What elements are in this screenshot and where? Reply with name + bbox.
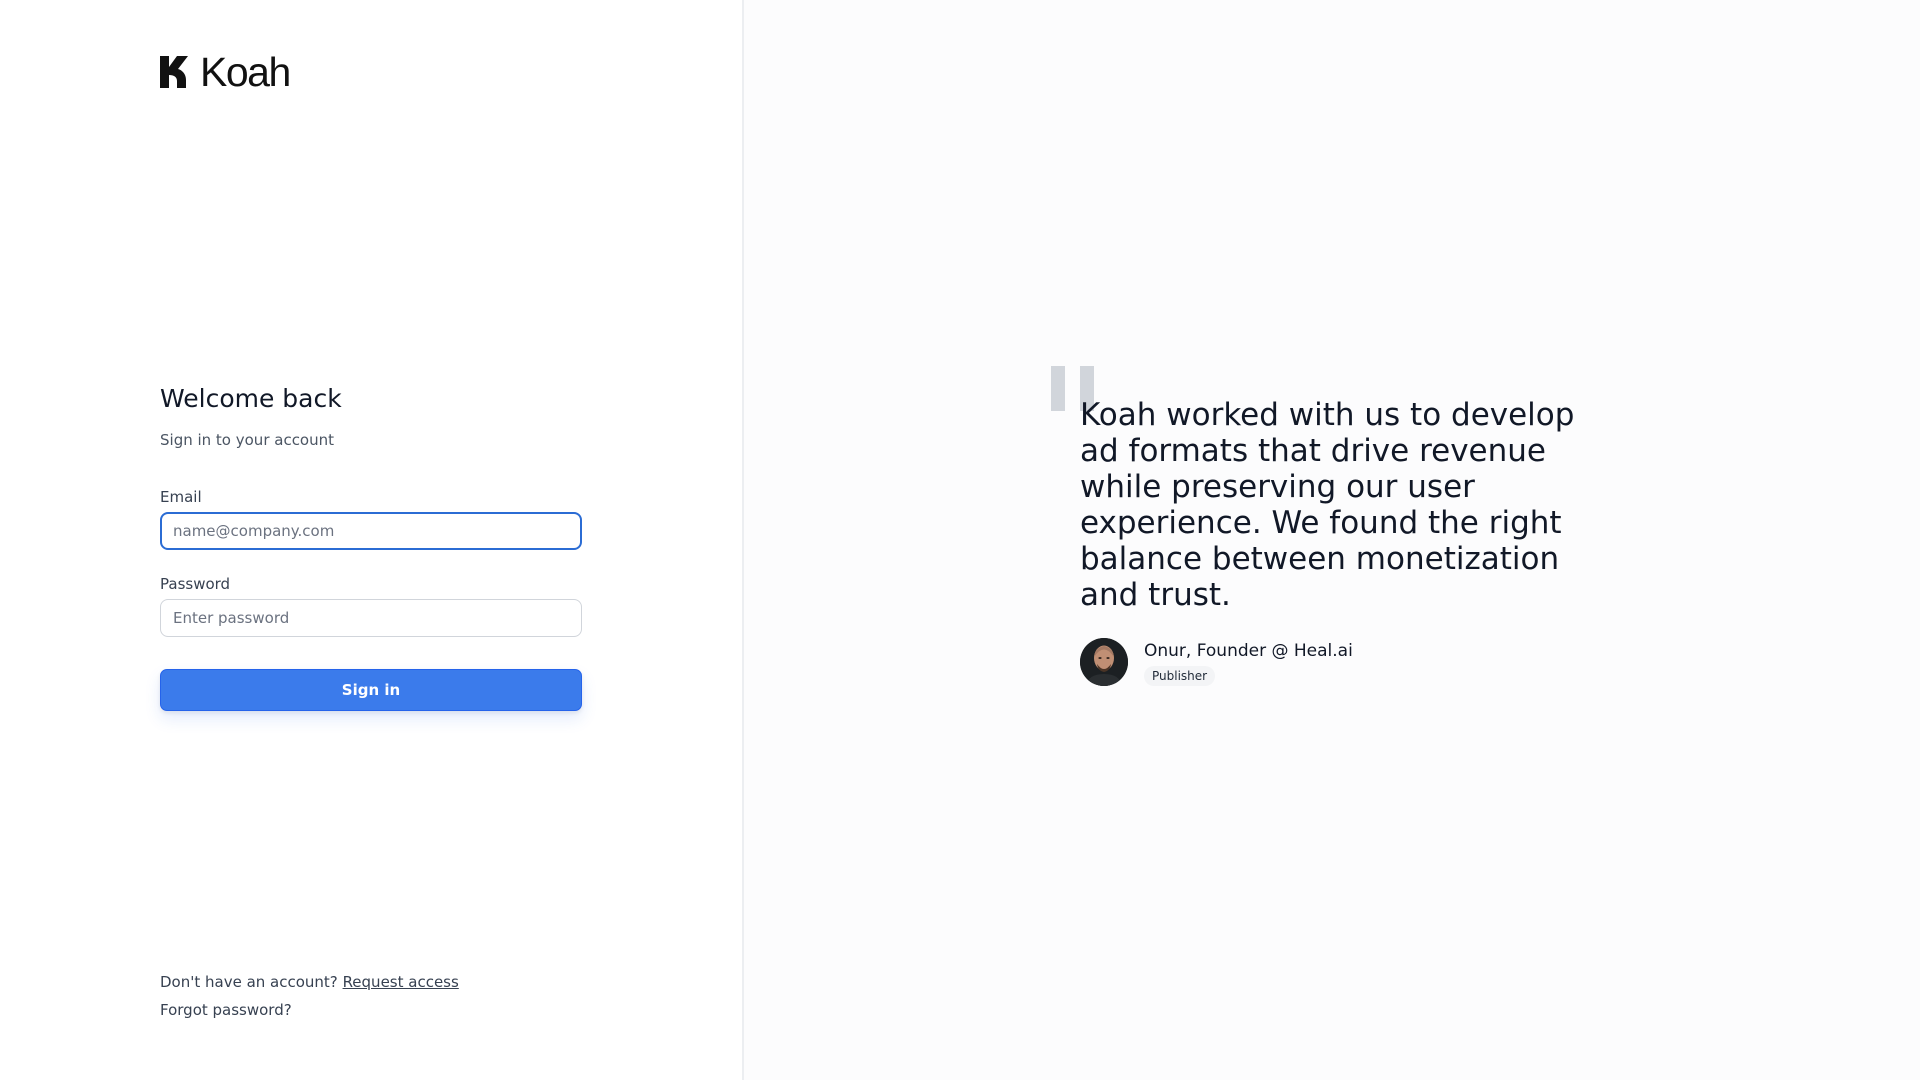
author-role-badge: Publisher	[1144, 666, 1216, 686]
request-access-row: Don't have an account? Request access	[160, 972, 459, 992]
testimonial-quote: Koah worked with us to develop ad format…	[1080, 397, 1575, 613]
password-label: Password	[160, 575, 231, 593]
page-title: Welcome back	[160, 384, 342, 413]
sign-in-button[interactable]: Sign in	[160, 669, 582, 711]
testimonial-author: Onur, Founder @ Heal.ai Publisher	[1080, 638, 1353, 686]
password-input[interactable]	[160, 599, 582, 637]
email-input[interactable]	[160, 512, 582, 550]
no-account-text: Don't have an account?	[160, 973, 338, 991]
author-name: Onur, Founder @ Heal.ai	[1144, 641, 1353, 661]
brand-name: Koah	[200, 48, 291, 95]
forgot-password-row: Forgot password?	[160, 1000, 459, 1020]
sign-in-form: Welcome back Sign in to your account Ema…	[160, 383, 582, 711]
author-avatar	[1080, 638, 1128, 686]
koah-logo-mark-icon	[160, 56, 188, 88]
login-page: Koah Welcome back Sign in to your accoun…	[0, 0, 1920, 1080]
forgot-password-link[interactable]: Forgot password?	[160, 1001, 292, 1019]
login-panel: Koah Welcome back Sign in to your accoun…	[0, 0, 744, 1080]
brand-logo[interactable]: Koah	[160, 48, 291, 95]
page-subtitle: Sign in to your account	[160, 431, 335, 449]
email-label: Email	[160, 488, 202, 506]
request-access-link[interactable]: Request access	[343, 973, 459, 991]
author-avatar-image	[1080, 638, 1128, 686]
auth-footer-links: Don't have an account? Request access Fo…	[160, 972, 459, 1020]
author-info: Onur, Founder @ Heal.ai Publisher	[1144, 640, 1353, 686]
